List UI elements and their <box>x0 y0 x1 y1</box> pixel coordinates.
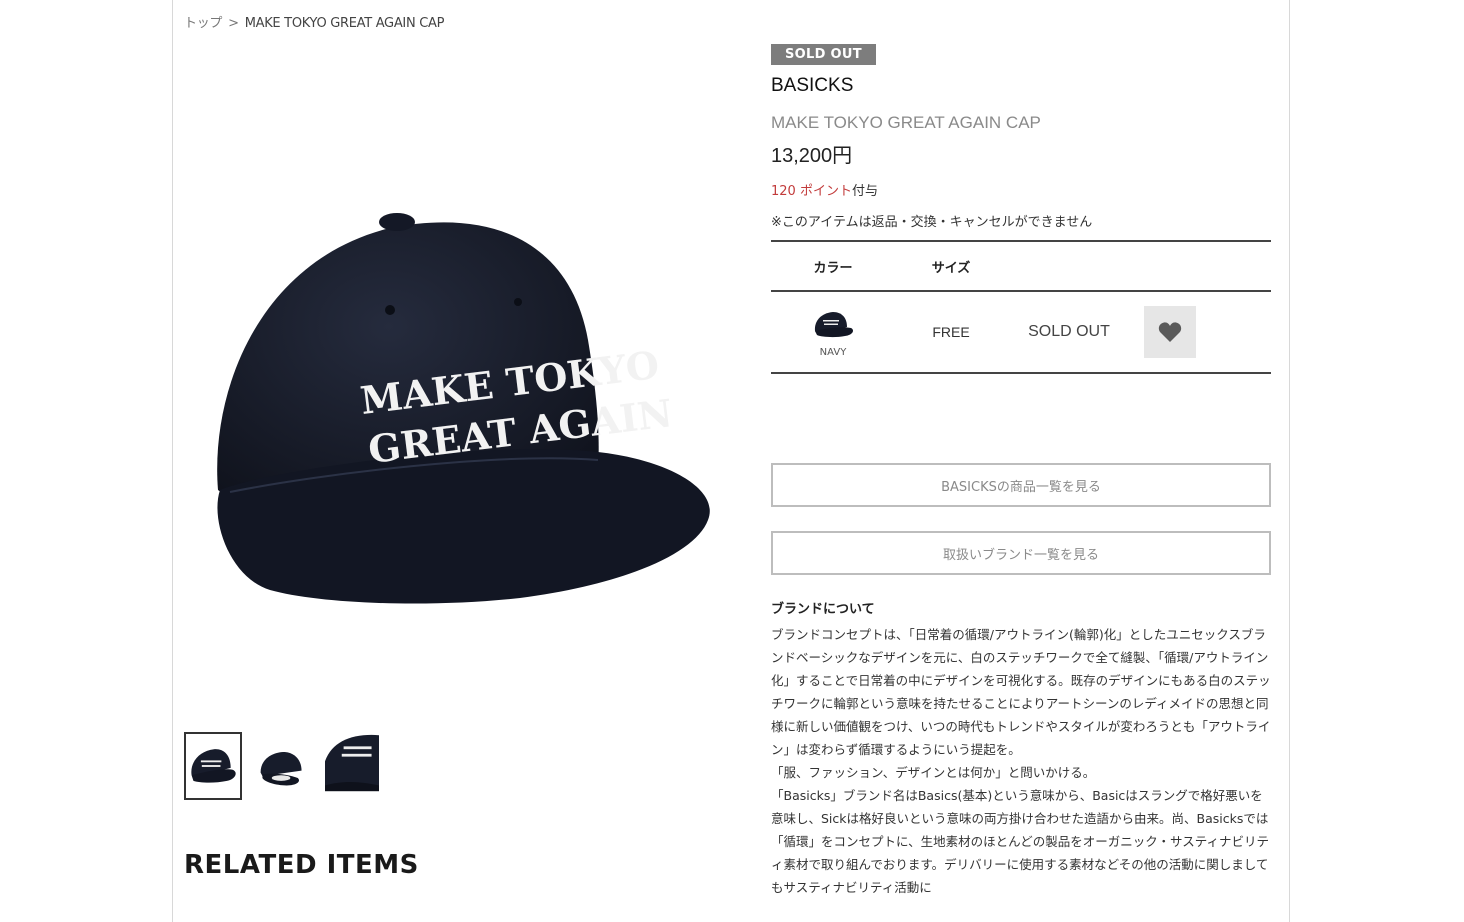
brand-about-paragraph: 「Basicks」ブランド名はBasics(基本)という意味から、Basicはス… <box>771 788 1270 895</box>
related-items-heading: RELATED ITEMS <box>184 850 419 880</box>
color-swatch-label: NAVY <box>819 346 847 358</box>
points-suffix: 付与 <box>851 184 878 199</box>
size-value: FREE <box>932 324 970 340</box>
thumbnail-front[interactable] <box>184 732 242 800</box>
variant-table-header: カラー サイズ <box>771 242 1271 292</box>
product-info: SOLD OUT BASICKS MAKE TOKYO GREAT AGAIN … <box>771 43 1271 374</box>
favorite-button[interactable] <box>1144 306 1196 358</box>
product-price: 13,200円 <box>771 145 853 167</box>
brand-about-paragraph: 「服、ファッション、デザインとは何か」と問いかける。 <box>771 765 1096 780</box>
thumbnail-closeup[interactable] <box>324 732 382 800</box>
thumbnail-strip <box>184 732 382 800</box>
variant-row: NAVY FREE SOLD OUT <box>771 292 1271 372</box>
variant-table: カラー サイズ NAVY FREE SOLD OUT <box>771 240 1271 374</box>
sold-out-badge: SOLD OUT <box>771 44 876 65</box>
brand-about-body: ブランドコンセプトは、「日常着の循環/アウトライン(輪郭)化」としたユニセックス… <box>771 623 1271 899</box>
brand-items-button[interactable]: BASICKSの商品一覧を見る <box>771 463 1271 507</box>
points-value: 120 ポイント <box>771 184 852 199</box>
brand-name[interactable]: BASICKS <box>771 75 1271 97</box>
product-name: MAKE TOKYO GREAT AGAIN CAP <box>771 113 1041 132</box>
brand-about-paragraph: ブランドコンセプトは、「日常着の循環/アウトライン(輪郭)化」としたユニセックス… <box>771 627 1271 757</box>
return-notice: ※このアイテムは返品・交換・キャンセルができません <box>771 215 1093 230</box>
breadcrumb-home-link[interactable]: トップ <box>184 12 222 31</box>
brand-about-section: ブランドについて ブランドコンセプトは、「日常着の循環/アウトライン(輪郭)化」… <box>771 598 1271 899</box>
breadcrumb: トップ > MAKE TOKYO GREAT AGAIN CAP <box>184 12 444 31</box>
brand-list-button[interactable]: 取扱いブランド一覧を見る <box>771 531 1271 575</box>
cap-swatch-icon <box>814 311 853 337</box>
brand-about-title: ブランドについて <box>771 602 875 617</box>
thumbnail-side[interactable] <box>254 732 312 800</box>
size-column-header: サイズ <box>931 260 971 276</box>
points-info: 120 ポイント付与 <box>771 180 1271 199</box>
stock-status: SOLD OUT <box>1028 323 1110 340</box>
breadcrumb-separator: > <box>228 16 239 31</box>
color-column-header: カラー <box>813 260 853 276</box>
product-main-image: MAKE TOKYO GREAT AGAIN <box>200 190 720 630</box>
color-swatch[interactable]: NAVY <box>771 307 895 358</box>
breadcrumb-current: MAKE TOKYO GREAT AGAIN CAP <box>244 16 445 31</box>
heart-icon <box>1158 322 1182 342</box>
